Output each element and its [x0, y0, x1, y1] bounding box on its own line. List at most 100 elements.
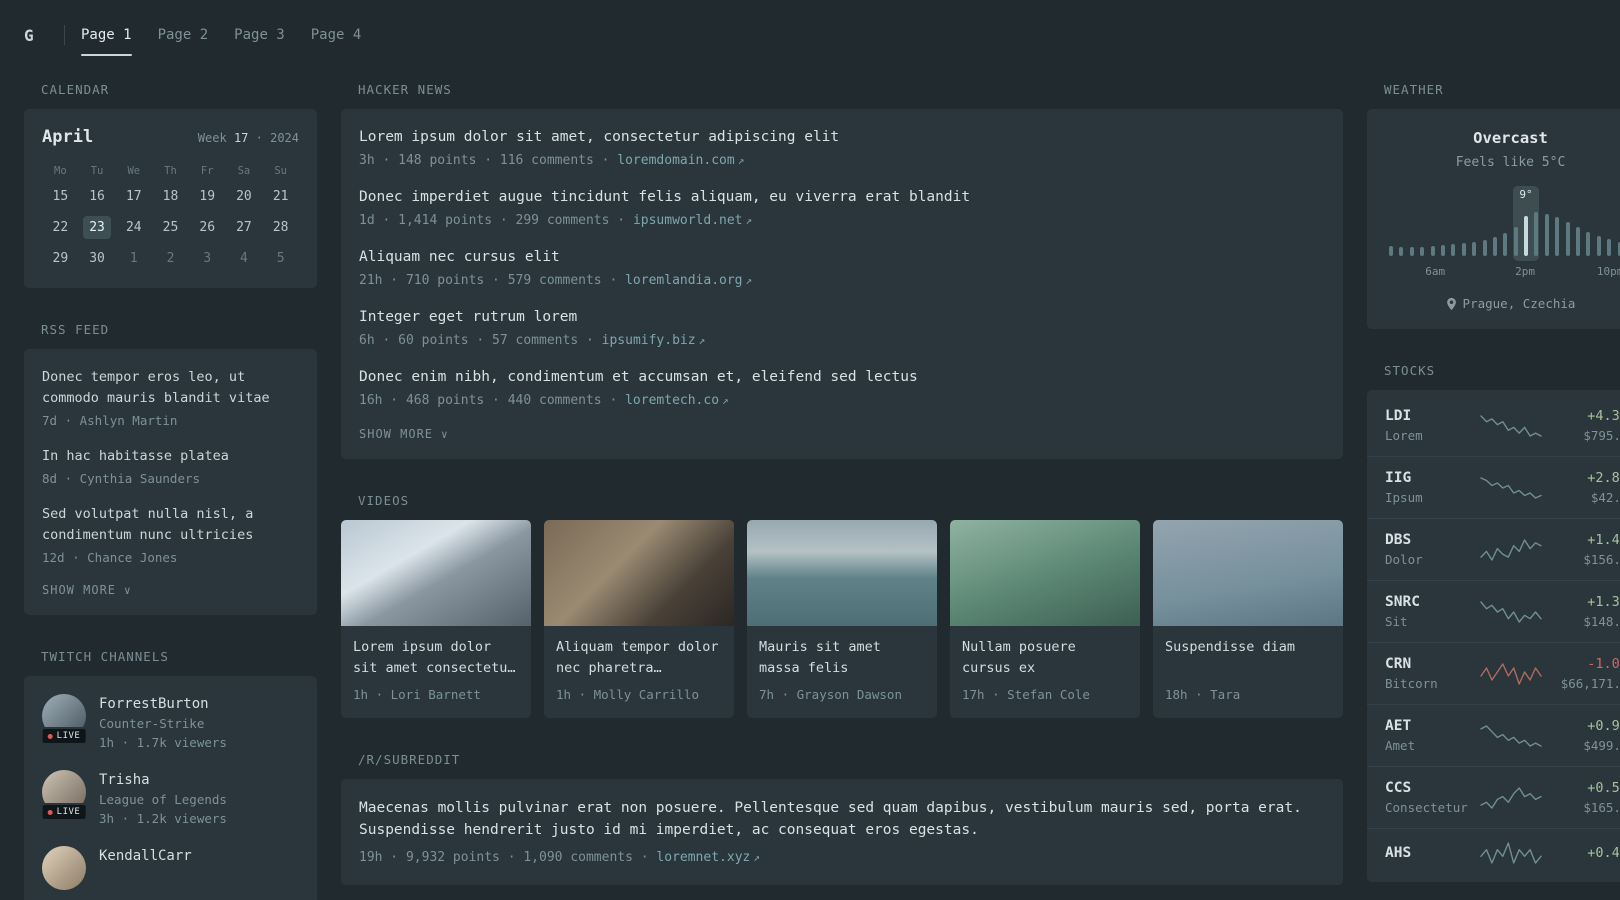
hn-item-stats: 21h · 710 points · 579 comments ·	[359, 273, 618, 288]
twitch-channel[interactable]: KendallCarr	[42, 846, 299, 890]
channel-viewers: 1h · 1.7k viewers	[99, 735, 227, 750]
video-title[interactable]: Nullam posuere cursus ex	[950, 626, 1140, 679]
weather-bar	[1399, 247, 1404, 256]
hn-item-title[interactable]: Aliquam nec cursus elit	[359, 247, 1325, 268]
hn-item-meta: 16h · 468 points · 440 comments · loremt…	[359, 391, 1325, 410]
stock-name: Consectetur	[1385, 800, 1468, 815]
weather-bar	[1420, 247, 1425, 256]
center-column: HACKER NEWS Lorem ipsum dolor sit amet, …	[341, 82, 1343, 885]
videos-widget: VIDEOS Lorem ipsum dolor sit amet consec…	[341, 493, 1343, 718]
stock-values: +2.84% $42.04	[1553, 468, 1620, 507]
channel-name[interactable]: Trisha	[99, 770, 227, 790]
page-tabs: Page 1 Page 2 Page 3 Page 4	[81, 21, 362, 56]
hn-show-more-button[interactable]: SHOW MORE ∨	[359, 427, 449, 441]
rss-show-more-button[interactable]: SHOW MORE ∨	[42, 583, 132, 597]
channel-name[interactable]: KendallCarr	[99, 846, 192, 866]
weather-bar	[1544, 214, 1549, 256]
video-card[interactable]: Mauris sit amet massa felis 7h · Grayson…	[747, 520, 937, 718]
video-title[interactable]: Mauris sit amet massa felis	[747, 626, 937, 679]
stock-values: -1.00% $66,171.48	[1553, 654, 1620, 693]
live-badge-label: LIVE	[56, 807, 81, 817]
hn-item-domain-link[interactable]: loremtech.co ↗	[625, 393, 729, 408]
stock-row[interactable]: DBS Dolor +1.42% $156.28	[1367, 518, 1620, 580]
video-card[interactable]: Suspendisse diam 18h · Tara	[1153, 520, 1343, 718]
nav-tab[interactable]: Page 3	[234, 21, 285, 49]
video-title[interactable]: Aliquam tempor dolor nec pharetra…	[544, 626, 734, 679]
reddit-post-domain: loremnet.xyz	[656, 850, 751, 865]
stock-row[interactable]: CCS Consectetur +0.51% $165.84	[1367, 766, 1620, 828]
calendar-day: 2	[166, 251, 175, 266]
hn-item-meta: 3h · 148 points · 116 comments · loremdo…	[359, 151, 1325, 170]
weather-bar	[1389, 246, 1393, 256]
calendar-widget-title: CALENDAR	[41, 82, 110, 97]
nav-tab[interactable]: Page 1	[81, 21, 132, 56]
hn-item-meta: 1d · 1,414 points · 299 comments · ipsum…	[359, 211, 1325, 230]
app-logo[interactable]: G	[24, 26, 54, 45]
nav-tab[interactable]: Page 4	[311, 21, 362, 49]
calendar-day: 17	[125, 189, 142, 204]
rss-item: In hac habitasse platea 8d · Cynthia Sau…	[42, 446, 299, 488]
video-title[interactable]: Lorem ipsum dolor sit amet consectetu…	[341, 626, 531, 679]
twitch-channel[interactable]: LIVE ForrestBurton Counter-Strike 1h · 1…	[40, 694, 299, 752]
twitch-channel[interactable]: LIVE Trisha League of Legends 3h · 1.2k …	[40, 770, 299, 828]
nav-tab[interactable]: Page 2	[158, 21, 209, 49]
calendar-card: April Week 17 · 2024 Mo Tu We Th Fr Sa Su 15 16…	[24, 109, 317, 288]
video-title[interactable]: Suspendisse diam	[1153, 626, 1343, 679]
rss-card: Donec tempor eros leo, ut commodo mauris…	[24, 349, 317, 615]
weather-widget: WEATHER Overcast Feels like 5°C 9° 6am 2p…	[1367, 82, 1620, 329]
rss-item-meta: 7d · Ashlyn Martin	[42, 413, 178, 428]
hn-item-title[interactable]: Lorem ipsum dolor sit amet, consectetur …	[359, 127, 1325, 148]
hn-item-title[interactable]: Donec imperdiet augue tincidunt felis al…	[359, 187, 1325, 208]
calendar-day: 22	[52, 220, 69, 235]
reddit-post-meta: 19h · 9,932 points · 1,090 comments · lo…	[359, 848, 1325, 867]
stock-sparkline	[1479, 786, 1542, 809]
calendar-day: 3	[203, 251, 212, 266]
calendar-day: 24	[125, 220, 142, 235]
hn-item-meta: 6h · 60 points · 57 comments · ipsumify.…	[359, 331, 1325, 350]
calendar-day: 5	[276, 251, 285, 266]
stock-ticker: AET	[1385, 718, 1412, 734]
stock-row[interactable]: LDI Lorem +4.35% $795.18	[1367, 395, 1620, 456]
weekday-label: Mo	[54, 165, 67, 177]
video-meta: 1h · Molly Carrillo	[556, 687, 699, 702]
hn-item-domain-link[interactable]: ipsumify.biz ↗	[602, 333, 706, 348]
avatar: LIVE	[40, 770, 88, 821]
calendar-day: 23	[82, 216, 112, 239]
stock-row[interactable]: AET Amet +0.92% $499.72	[1367, 704, 1620, 766]
video-meta: 17h · Stefan Cole	[962, 687, 1090, 702]
hn-item-domain-link[interactable]: loremdomain.com ↗	[617, 153, 744, 168]
hn-item-domain-link[interactable]: loremlandia.org ↗	[625, 273, 752, 288]
hn-item: Lorem ipsum dolor sit amet, consectetur …	[359, 127, 1325, 170]
stock-row[interactable]: IIG Ipsum +2.84% $42.04	[1367, 456, 1620, 518]
video-card[interactable]: Aliquam tempor dolor nec pharetra… 1h · …	[544, 520, 734, 718]
chevron-down-icon: ∨	[441, 427, 449, 441]
calendar-day: 21	[272, 189, 289, 204]
rss-item-title[interactable]: Sed volutpat nulla nisl, a condimentum n…	[42, 504, 299, 546]
hacker-news-card: Lorem ipsum dolor sit amet, consectetur …	[341, 109, 1343, 459]
calendar-day: 25	[162, 220, 179, 235]
rss-item-title[interactable]: Donec tempor eros leo, ut commodo mauris…	[42, 367, 299, 409]
stock-sparkline	[1479, 842, 1542, 864]
hn-item-stats: 1d · 1,414 points · 299 comments ·	[359, 213, 626, 228]
stock-name: Ipsum	[1385, 490, 1423, 505]
hn-item-title[interactable]: Integer eget rutrum lorem	[359, 307, 1325, 328]
hn-item-domain-link[interactable]: ipsumworld.net ↗	[633, 213, 752, 228]
rss-item-title[interactable]: In hac habitasse platea	[42, 446, 299, 467]
stock-values: +1.42% $156.28	[1553, 530, 1620, 569]
hn-item-domain: loremlandia.org	[625, 273, 743, 288]
stock-row[interactable]: AHS +0.46%	[1367, 828, 1620, 877]
stock-row[interactable]: SNRC Sit +1.36% $148.64	[1367, 580, 1620, 642]
reddit-post-domain-link[interactable]: loremnet.xyz ↗	[656, 850, 760, 865]
video-card[interactable]: Nullam posuere cursus ex 17h · Stefan Co…	[950, 520, 1140, 718]
subreddit-widget: /R/SUBREDDIT Maecenas mollis pulvinar er…	[341, 752, 1343, 885]
hn-item-title[interactable]: Donec enim nibh, condimentum et accumsan…	[359, 367, 1325, 388]
calendar-day: 30	[89, 251, 105, 266]
stock-row[interactable]: CRN Bitcorn -1.00% $66,171.48	[1367, 642, 1620, 704]
video-card[interactable]: Lorem ipsum dolor sit amet consectetu… 1…	[341, 520, 531, 718]
channel-name[interactable]: ForrestBurton	[99, 694, 227, 714]
weekday-label: Sa	[237, 165, 251, 177]
stock-ticker: CCS	[1385, 780, 1412, 796]
reddit-post-title[interactable]: Maecenas mollis pulvinar erat non posuer…	[359, 797, 1325, 841]
calendar-header: April Week 17 · 2024	[42, 127, 299, 147]
stock-change: -1.00%	[1587, 656, 1620, 672]
